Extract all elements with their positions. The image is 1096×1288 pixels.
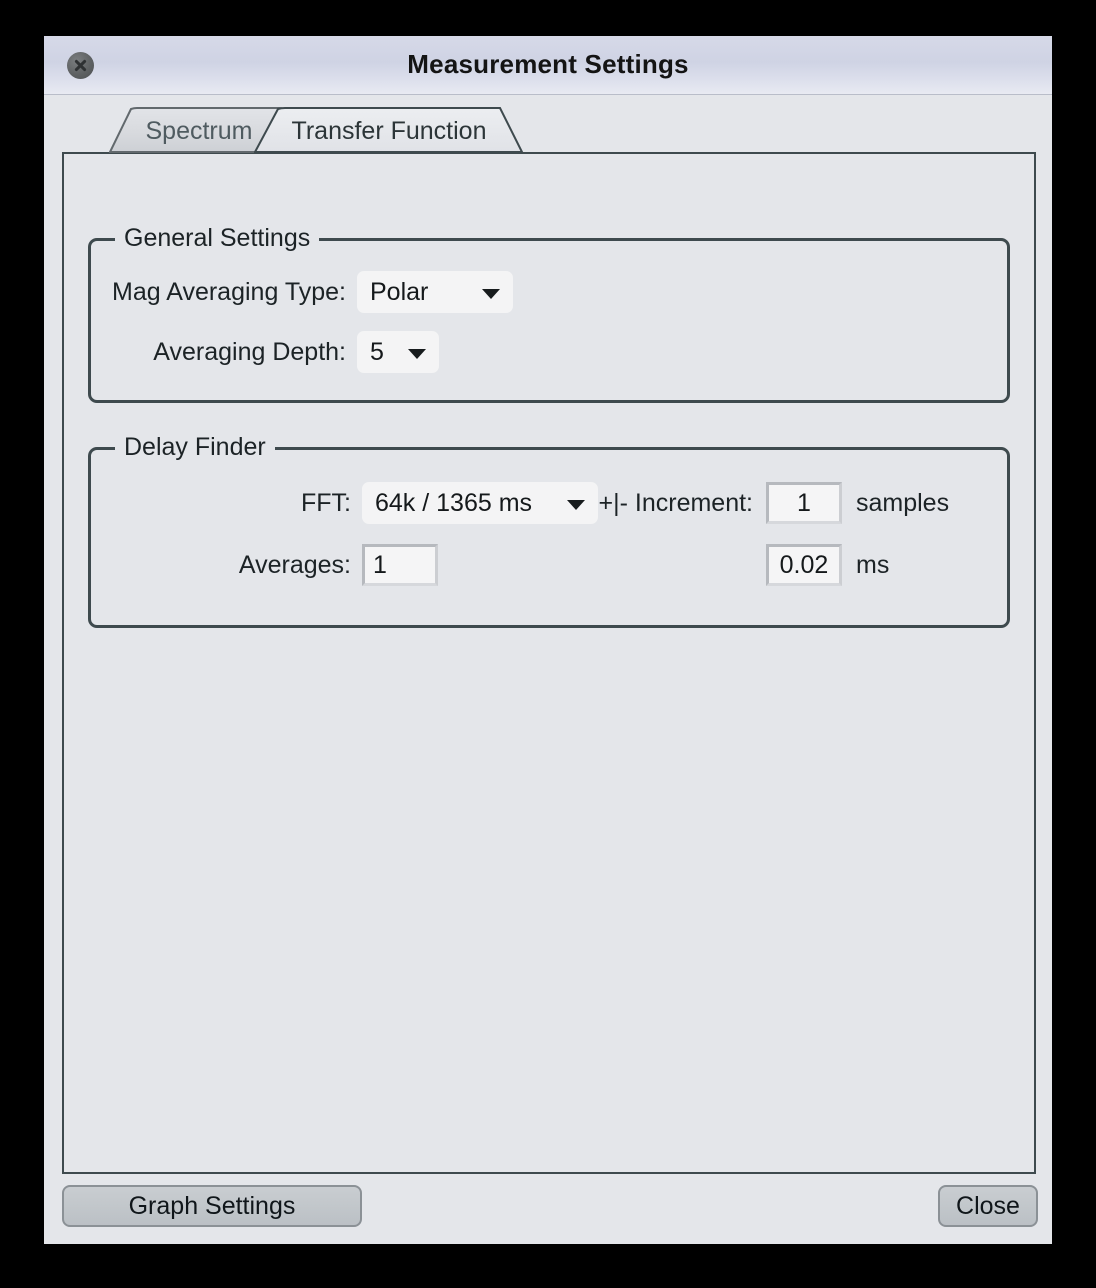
averaging-depth-label: Averaging Depth:	[153, 338, 346, 366]
chevron-down-icon	[408, 349, 426, 359]
mag-averaging-type-row: Mag Averaging Type: Polar	[91, 271, 1007, 313]
averages-input[interactable]: 1	[362, 544, 438, 586]
increment-samples-input[interactable]: 1	[766, 482, 842, 524]
fft-label: FFT:	[301, 489, 351, 517]
general-settings-group: General Settings Mag Averaging Type: Pol…	[88, 224, 1010, 403]
close-button[interactable]: Close	[938, 1185, 1038, 1227]
increment-label: +|- Increment:	[598, 489, 753, 517]
averaging-depth-select[interactable]: 5	[357, 331, 439, 373]
mag-averaging-type-select[interactable]: Polar	[357, 271, 513, 313]
mag-averaging-type-label: Mag Averaging Type:	[112, 278, 346, 306]
general-settings-title: General Settings	[115, 224, 320, 253]
window-titlebar: Measurement Settings	[44, 36, 1052, 95]
graph-settings-button[interactable]: Graph Settings	[62, 1185, 362, 1227]
mag-averaging-type-value: Polar	[370, 278, 429, 306]
tab-content-panel: General Settings Mag Averaging Type: Pol…	[62, 152, 1036, 1174]
delay-finder-title: Delay Finder	[115, 433, 275, 462]
fft-select[interactable]: 64k / 1365 ms	[362, 482, 598, 524]
averages-value: 1	[373, 551, 387, 579]
increment-ms-unit: ms	[856, 551, 890, 579]
fft-value: 64k / 1365 ms	[375, 489, 533, 517]
averages-label: Averages:	[238, 551, 351, 579]
averaging-depth-row: Averaging Depth: 5	[91, 331, 1007, 373]
close-button-label: Close	[956, 1191, 1020, 1220]
averaging-depth-value: 5	[370, 338, 384, 366]
chevron-down-icon	[482, 289, 500, 299]
delay-finder-group: Delay Finder FFT: 64k / 1365 ms +|- Incr…	[88, 433, 1010, 628]
fft-increment-row: FFT: 64k / 1365 ms +|- Increment: 1 samp…	[91, 482, 1007, 524]
tab-transfer-function[interactable]: Transfer Function	[254, 107, 524, 153]
increment-samples-unit: samples	[856, 489, 950, 517]
increment-ms-value: 0.02	[779, 551, 829, 579]
tab-bar: Spectrum Transfer Function	[44, 95, 1052, 153]
window-title: Measurement Settings	[407, 49, 689, 79]
measurement-settings-window: Measurement Settings Spectrum Transfer F…	[44, 36, 1052, 1244]
increment-ms-input[interactable]: 0.02	[766, 544, 842, 586]
tab-transfer-function-label: Transfer Function	[291, 117, 487, 145]
increment-samples-value: 1	[797, 489, 811, 517]
averages-ms-row: Averages: 1 0.02 ms	[91, 544, 1007, 586]
graph-settings-button-label: Graph Settings	[128, 1191, 296, 1220]
